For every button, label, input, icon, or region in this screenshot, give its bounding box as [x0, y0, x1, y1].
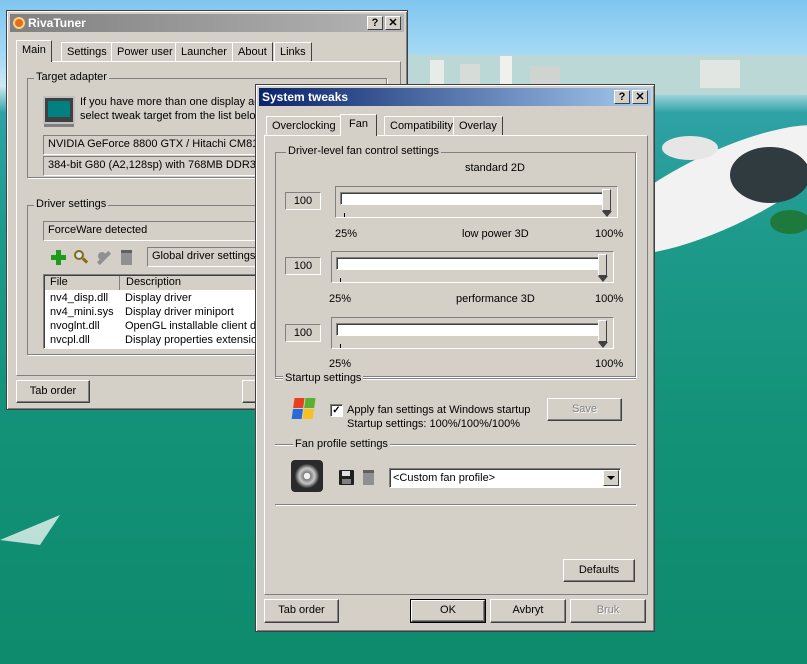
help-button[interactable]: ?	[614, 90, 630, 104]
st-tab-order-button[interactable]: Tab order	[264, 599, 339, 623]
tab-about[interactable]: About	[232, 42, 273, 62]
tab-main[interactable]: Main	[16, 40, 52, 62]
tab-compatibility[interactable]: Compatibility	[384, 116, 459, 136]
wrench-icon[interactable]	[96, 250, 112, 266]
tab-power-user[interactable]: Power user	[111, 42, 179, 62]
add-icon[interactable]	[51, 250, 66, 265]
tab-fan[interactable]: Fan	[340, 114, 377, 136]
monitor-icon	[43, 96, 75, 124]
fan-slider-standard-2d[interactable]	[335, 186, 618, 218]
close-button[interactable]: ✕	[385, 16, 401, 30]
slider-max-label: 100%	[595, 293, 624, 305]
slider-thumb[interactable]	[598, 320, 608, 348]
fan-value-performance-3d: 100	[285, 324, 321, 342]
fan-control-label: Driver-level fan control settings	[286, 145, 442, 157]
driver-settings-label: Driver settings	[34, 198, 109, 210]
defaults-button[interactable]: Defaults	[563, 559, 635, 582]
tab-overlay[interactable]: Overlay	[453, 116, 503, 136]
close-button[interactable]: ✕	[632, 90, 648, 104]
fan-tab-panel: Driver-level fan control settings standa…	[264, 135, 648, 595]
fan-profile-bottom-line	[275, 504, 636, 505]
fan-slider-low-power-3d[interactable]	[331, 251, 614, 283]
fan-value-standard-2d: 100	[285, 192, 321, 210]
apply-startup-checkbox[interactable]: ✓	[330, 404, 343, 417]
target-hint-line1: If you have more than one display ada	[80, 96, 267, 108]
fan-value-low-power-3d: 100	[285, 257, 321, 275]
row-file: nv4_mini.sys	[50, 306, 114, 318]
slider-max-label: 100%	[595, 358, 624, 370]
save-button[interactable]: Save	[547, 398, 622, 421]
cancel-button[interactable]: Avbryt	[490, 599, 566, 623]
tab-links[interactable]: Links	[274, 42, 312, 62]
row-file: nv4_disp.dll	[50, 292, 109, 304]
slider-min-label: 25%	[335, 228, 358, 240]
slider-min-label: 25%	[329, 358, 352, 370]
help-button[interactable]: ?	[367, 16, 383, 30]
delete-icon[interactable]	[121, 250, 132, 265]
fan-slider-performance-3d[interactable]	[331, 317, 614, 349]
windows-logo-icon	[291, 398, 316, 420]
tab-settings[interactable]: Settings	[61, 42, 113, 62]
rivatuner-title: RivaTuner	[28, 16, 86, 30]
ok-button[interactable]: OK	[410, 599, 486, 623]
delete-profile-icon[interactable]	[363, 470, 374, 485]
startup-settings-info: Startup settings: 100%/100%/100%	[347, 418, 521, 430]
slider-thumb[interactable]	[598, 254, 608, 282]
system-tweaks-dialog: System tweaks ? ✕ Overclocking Fan Compa…	[255, 84, 655, 632]
search-icon[interactable]	[73, 249, 89, 265]
row-file: nvcpl.dll	[50, 334, 90, 346]
startup-settings-label: Startup settings	[283, 372, 364, 384]
apply-button[interactable]: Bruk	[570, 599, 646, 623]
fan-profile-select-value: <Custom fan profile>	[393, 472, 496, 484]
chevron-down-icon[interactable]	[603, 470, 619, 486]
slider-thumb[interactable]	[602, 189, 612, 217]
save-profile-icon[interactable]	[339, 470, 354, 485]
apply-startup-label[interactable]: Apply fan settings at Windows startup	[347, 404, 530, 416]
fan-profile-select[interactable]: <Custom fan profile>	[389, 468, 621, 488]
mode-label-standard-2d: standard 2D	[465, 162, 525, 174]
mode-label-performance-3d: performance 3D	[456, 293, 535, 305]
tab-overclocking[interactable]: Overclocking	[266, 116, 342, 136]
slider-min-label: 25%	[329, 293, 352, 305]
rivatuner-app-icon	[13, 17, 25, 29]
fan-profile-label: Fan profile settings	[293, 438, 390, 450]
target-hint-line2: select tweak target from the list below	[80, 110, 264, 122]
col-header-file[interactable]: File	[45, 276, 120, 290]
rivatuner-titlebar[interactable]: RivaTuner ? ✕	[10, 14, 404, 32]
fan-icon	[291, 460, 323, 492]
mode-label-low-power-3d: low power 3D	[462, 228, 529, 240]
slider-max-label: 100%	[595, 228, 624, 240]
system-tweaks-title: System tweaks	[262, 90, 349, 104]
target-adapter-label: Target adapter	[34, 71, 109, 83]
row-file: nvoglnt.dll	[50, 320, 100, 332]
rt-tab-order-button[interactable]: Tab order	[16, 380, 90, 403]
tab-launcher[interactable]: Launcher	[175, 42, 233, 62]
system-tweaks-titlebar[interactable]: System tweaks ? ✕	[259, 88, 651, 106]
